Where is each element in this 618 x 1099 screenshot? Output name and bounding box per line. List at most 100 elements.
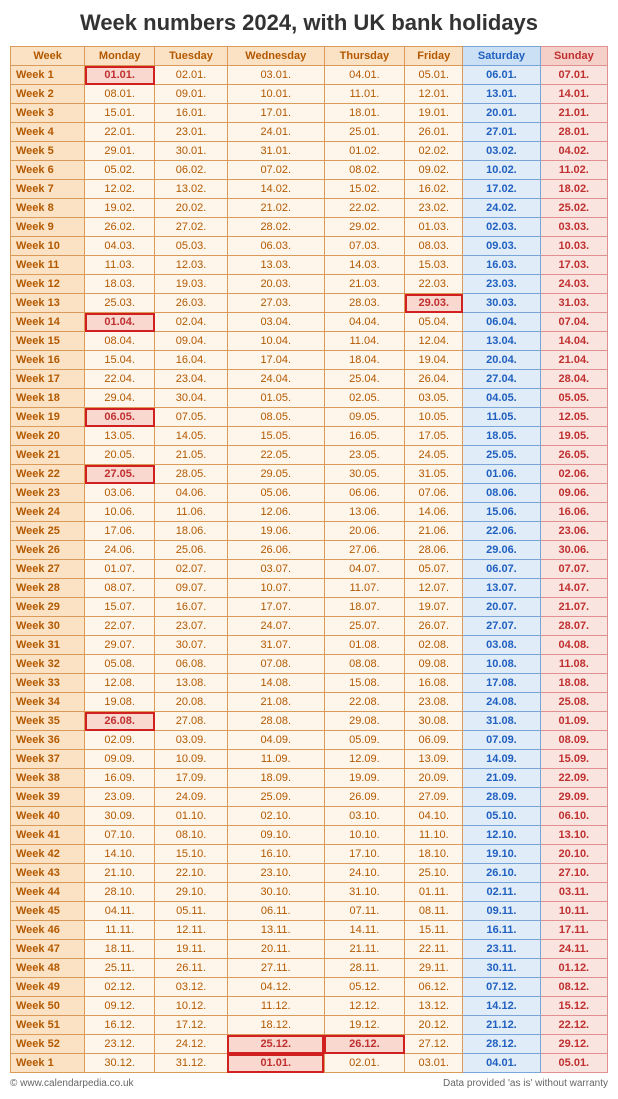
- week-row: Week 4504.11.05.11.06.11.07.11.08.11.09.…: [11, 902, 608, 921]
- day-cell: 20.02.: [155, 199, 228, 218]
- day-cell: 06.01.: [463, 66, 540, 85]
- day-cell: 30.07.: [155, 636, 228, 655]
- day-cell: 08.11.: [405, 902, 463, 921]
- day-cell: 09.08.: [405, 655, 463, 674]
- week-number-cell: Week 11: [11, 256, 85, 275]
- day-cell: 06.12.: [405, 978, 463, 997]
- day-cell: 04.05.: [463, 389, 540, 408]
- day-cell: 20.08.: [155, 693, 228, 712]
- day-cell: 29.02.: [324, 218, 405, 237]
- day-cell: 02.11.: [463, 883, 540, 902]
- week-number-cell: Week 22: [11, 465, 85, 484]
- week-row: Week 2517.06.18.06.19.06.20.06.21.06.22.…: [11, 522, 608, 541]
- day-cell: 05.09.: [324, 731, 405, 750]
- week-calendar-table: WeekMondayTuesdayWednesdayThursdayFriday…: [10, 46, 608, 1073]
- day-cell: 28.04.: [540, 370, 607, 389]
- week-row: Week 5116.12.17.12.18.12.19.12.20.12.21.…: [11, 1016, 608, 1035]
- day-cell: 18.09.: [227, 769, 324, 788]
- week-number-cell: Week 17: [11, 370, 85, 389]
- week-row: Week 2808.07.09.07.10.07.11.07.12.07.13.…: [11, 579, 608, 598]
- week-number-cell: Week 24: [11, 503, 85, 522]
- week-number-cell: Week 42: [11, 845, 85, 864]
- week-number-cell: Week 49: [11, 978, 85, 997]
- day-cell: 29.05.: [227, 465, 324, 484]
- day-cell: 30.03.: [463, 294, 540, 313]
- day-cell: 16.07.: [155, 598, 228, 617]
- week-number-cell: Week 39: [11, 788, 85, 807]
- day-cell: 28.07.: [540, 617, 607, 636]
- week-row: Week 3205.08.06.08.07.08.08.08.09.08.10.…: [11, 655, 608, 674]
- day-cell: 06.02.: [155, 161, 228, 180]
- day-cell: 01.12.: [540, 959, 607, 978]
- day-cell: 02.12.: [85, 978, 155, 997]
- day-cell: 09.09.: [85, 750, 155, 769]
- day-cell: 09.12.: [85, 997, 155, 1016]
- day-cell: 22.08.: [324, 693, 405, 712]
- day-cell: 05.06.: [227, 484, 324, 503]
- day-cell: 19.11.: [155, 940, 228, 959]
- day-cell: 23.03.: [463, 275, 540, 294]
- day-cell: 16.01.: [155, 104, 228, 123]
- day-cell: 05.11.: [155, 902, 228, 921]
- week-row: Week 4825.11.26.11.27.11.28.11.29.11.30.…: [11, 959, 608, 978]
- day-cell: 04.10.: [405, 807, 463, 826]
- day-cell: 22.05.: [227, 446, 324, 465]
- day-cell: 22.10.: [155, 864, 228, 883]
- day-cell: 22.02.: [324, 199, 405, 218]
- day-cell: 27.06.: [324, 541, 405, 560]
- day-cell: 25.03.: [85, 294, 155, 313]
- day-cell: 05.01.: [540, 1054, 607, 1073]
- week-row: Week 208.01.09.01.10.01.11.01.12.01.13.0…: [11, 85, 608, 104]
- day-cell: 11.11.: [85, 921, 155, 940]
- day-cell: 05.02.: [85, 161, 155, 180]
- week-number-cell: Week 10: [11, 237, 85, 256]
- day-cell: 24.02.: [463, 199, 540, 218]
- week-number-cell: Week 19: [11, 408, 85, 427]
- week-number-cell: Week 44: [11, 883, 85, 902]
- day-cell: 23.10.: [227, 864, 324, 883]
- day-cell: 03.11.: [540, 883, 607, 902]
- header-week: Week: [11, 47, 85, 66]
- day-cell: 29.12.: [540, 1035, 607, 1054]
- day-cell: 24.09.: [155, 788, 228, 807]
- day-cell: 25.08.: [540, 693, 607, 712]
- day-cell: 22.07.: [85, 617, 155, 636]
- day-cell: 08.12.: [540, 978, 607, 997]
- day-cell: 18.02.: [540, 180, 607, 199]
- week-number-cell: Week 46: [11, 921, 85, 940]
- week-row: Week 130.12.31.12.01.01.02.01.03.01.04.0…: [11, 1054, 608, 1073]
- day-cell: 31.03.: [540, 294, 607, 313]
- holiday-cell: 27.05.: [85, 465, 155, 484]
- day-cell: 19.09.: [324, 769, 405, 788]
- day-cell: 27.11.: [227, 959, 324, 978]
- day-cell: 30.04.: [155, 389, 228, 408]
- day-cell: 14.11.: [324, 921, 405, 940]
- day-cell: 15.07.: [85, 598, 155, 617]
- day-cell: 11.01.: [324, 85, 405, 104]
- day-cell: 17.06.: [85, 522, 155, 541]
- day-cell: 24.05.: [405, 446, 463, 465]
- day-cell: 31.01.: [227, 142, 324, 161]
- calendar-body: Week 101.01.02.01.03.01.04.01.05.01.06.0…: [11, 66, 608, 1073]
- day-cell: 03.07.: [227, 560, 324, 579]
- day-cell: 21.11.: [324, 940, 405, 959]
- day-cell: 05.07.: [405, 560, 463, 579]
- header-sunday: Sunday: [540, 47, 607, 66]
- week-number-cell: Week 30: [11, 617, 85, 636]
- day-cell: 18.03.: [85, 275, 155, 294]
- day-cell: 21.03.: [324, 275, 405, 294]
- day-cell: 22.11.: [405, 940, 463, 959]
- week-number-cell: Week 9: [11, 218, 85, 237]
- day-cell: 12.02.: [85, 180, 155, 199]
- day-cell: 28.03.: [324, 294, 405, 313]
- day-cell: 06.04.: [463, 313, 540, 332]
- day-cell: 23.04.: [155, 370, 228, 389]
- week-row: Week 422.01.23.01.24.01.25.01.26.01.27.0…: [11, 123, 608, 142]
- day-cell: 13.11.: [227, 921, 324, 940]
- holiday-cell: 01.04.: [85, 313, 155, 332]
- day-cell: 21.08.: [227, 693, 324, 712]
- day-cell: 08.04.: [85, 332, 155, 351]
- day-cell: 11.12.: [227, 997, 324, 1016]
- day-cell: 08.10.: [155, 826, 228, 845]
- day-cell: 01.09.: [540, 712, 607, 731]
